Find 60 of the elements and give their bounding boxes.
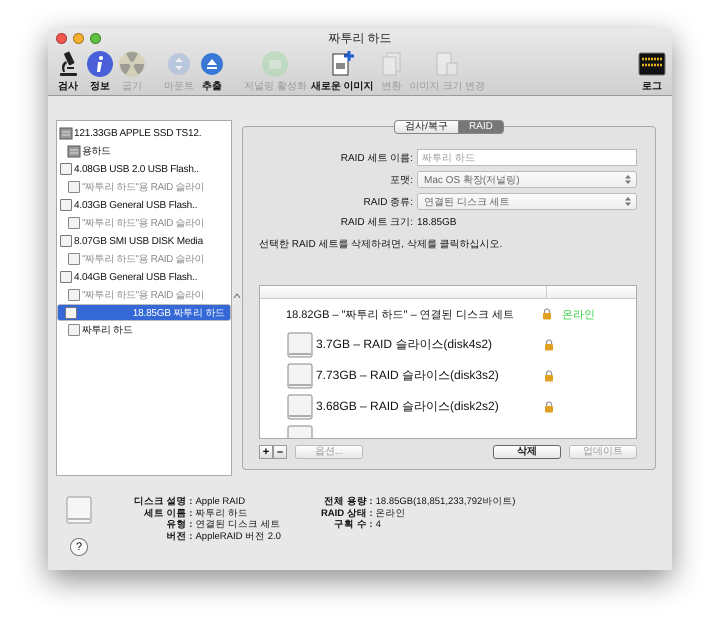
info-value: 연결된 디스크 세트 [195, 519, 281, 530]
toolbar-button[interactable]: 검사 [54, 50, 82, 93]
toolbar-button[interactable]: 새로운 이미지 [310, 50, 374, 93]
remove-button[interactable]: – [273, 445, 287, 459]
disk-item[interactable]: 4.03GB General USB Flash.. [57, 196, 231, 214]
window-title: 짜투리 하드 [328, 30, 392, 46]
disk-item[interactable]: 4.04GB General USB Flash.. [57, 268, 231, 286]
close-button[interactable] [56, 32, 67, 44]
raid-member-label[interactable]: 3.7GB – RAID 슬라이스(disk4s2) [316, 336, 542, 353]
updown-arrows-icon [625, 197, 631, 206]
raid-member-label[interactable]: 18.82GB – "짜투리 하드" – 연결된 디스크 세트 [286, 306, 542, 322]
volume-item[interactable]: 짜투리 하드 [57, 321, 231, 339]
minimize-button[interactable] [73, 32, 84, 44]
add-button[interactable]: + [259, 445, 273, 459]
info-label: 유형 : [166, 519, 192, 530]
splitter-handle-icon[interactable] [233, 293, 241, 299]
hard-drive-icon [59, 126, 73, 140]
format-dropdown[interactable]: Mac OS 확장(저널링) [417, 171, 637, 188]
raid-member-label[interactable]: 3.68GB – RAID 슬라이스(disk2s2) [316, 398, 542, 415]
toolbar-button[interactable]: 추출 [198, 50, 226, 93]
info-value: 온라인 [376, 508, 407, 519]
raid-type-dropdown[interactable]: 연결된 디스크 세트 [417, 193, 637, 210]
help-button[interactable]: ? [70, 538, 88, 556]
info-value: 18.85GB(18,851,233,792바이트) [376, 496, 516, 508]
info-label: 구획 수 : [333, 519, 373, 530]
toolbar-button[interactable]: 정보 [86, 50, 114, 93]
field-label: 포맷: [389, 174, 413, 186]
info-value: Apple RAID [195, 496, 246, 508]
info-value: 짜투리 하드 [195, 508, 250, 519]
status-text: 온라인 [562, 308, 595, 322]
zoom-button[interactable] [90, 32, 101, 44]
info-value: 4 [376, 519, 382, 530]
disk-item[interactable]: 18.85GB 짜투리 하드 [57, 304, 231, 321]
info-value: AppleRAID 버전 2.0 [195, 530, 281, 542]
eject-icon [198, 50, 226, 78]
tab[interactable]: 검사/복구 [394, 120, 459, 134]
instruction-text: 선택한 RAID 세트를 삭제하려면, 삭제를 클릭하십시오. [259, 238, 504, 251]
disk-item[interactable]: 121.33GB APPLE SSD TS12. [57, 124, 231, 142]
field-label: RAID 세트 크기: [340, 216, 413, 229]
hard-drive-icon [67, 144, 81, 158]
radiation-icon [118, 50, 146, 78]
toolbar-button[interactable]: 로그 [638, 50, 666, 93]
info-label: 전체 용량 : [323, 496, 373, 508]
field-label: RAID 세트 이름: [340, 152, 413, 164]
tab[interactable]: RAID [458, 120, 504, 134]
info-label: RAID 상태 : [320, 508, 373, 519]
raid-size-value: 18.85GB [417, 216, 458, 228]
field-label: RAID 종류: [362, 196, 413, 208]
volume-item[interactable]: 용하드 [57, 142, 231, 160]
info-label: 세트 이름 : [142, 508, 192, 519]
updown-arrows-icon [625, 175, 631, 184]
console-icon [638, 50, 666, 78]
info-icon [86, 50, 114, 78]
raid-member-label[interactable]: 7.73GB – RAID 슬라이스(disk3s2) [316, 367, 542, 384]
delete-button[interactable]: 삭제 [493, 445, 561, 459]
mount-icon [165, 50, 193, 78]
info-label: 디스크 설명 : [134, 496, 192, 508]
disk-item[interactable]: 8.07GB SMI USB DISK Media [57, 232, 231, 250]
info-label: 버전 : [166, 530, 192, 542]
disk-item[interactable]: 4.08GB USB 2.0 USB Flash.. [57, 160, 231, 178]
